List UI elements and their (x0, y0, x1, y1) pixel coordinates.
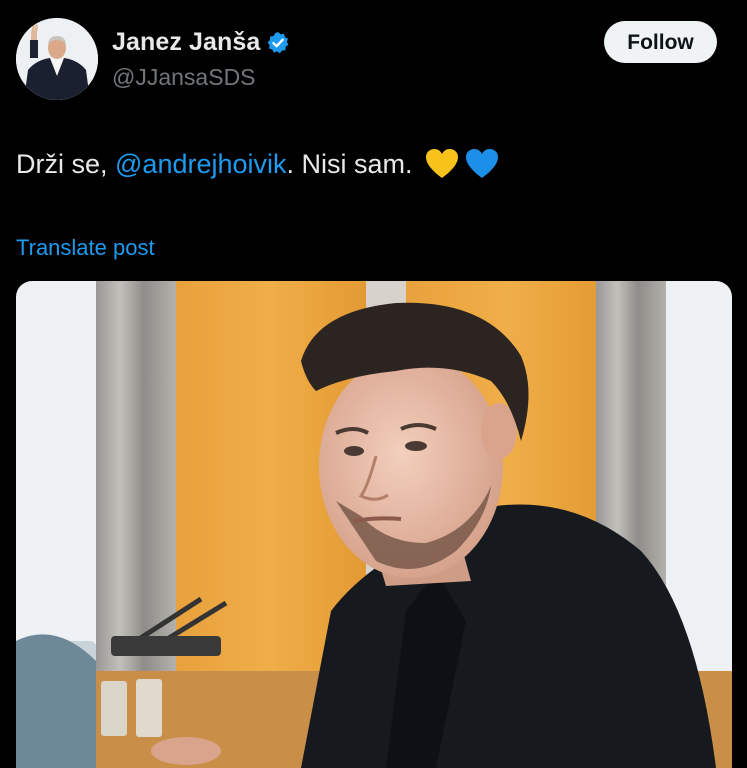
post-text-end: . Nisi sam. (286, 148, 413, 179)
mention-link[interactable]: @andrejhoivik (115, 149, 287, 180)
profile-photo-icon (16, 18, 98, 100)
post-text: Drži se, @andrejhoivik. Nisi sam. (16, 148, 499, 180)
follow-button[interactable]: Follow (604, 21, 717, 63)
post-card: Janez Janša @JJansaSDS Follow Drži se, @… (0, 0, 747, 768)
post-text-start: Drži se, (16, 148, 116, 179)
author-handle[interactable]: @JJansaSDS (112, 64, 256, 91)
author-display-name[interactable]: Janez Janša (112, 28, 260, 57)
yellow-heart-icon (425, 149, 458, 178)
photo-man-in-meeting-room (16, 281, 732, 768)
post-media-image[interactable] (16, 281, 732, 768)
translate-post-link[interactable]: Translate post (16, 235, 155, 261)
verified-badge-icon (268, 31, 289, 53)
author-name-row: Janez Janša (112, 28, 290, 57)
author-avatar[interactable] (16, 18, 98, 100)
blue-heart-icon (465, 149, 498, 178)
